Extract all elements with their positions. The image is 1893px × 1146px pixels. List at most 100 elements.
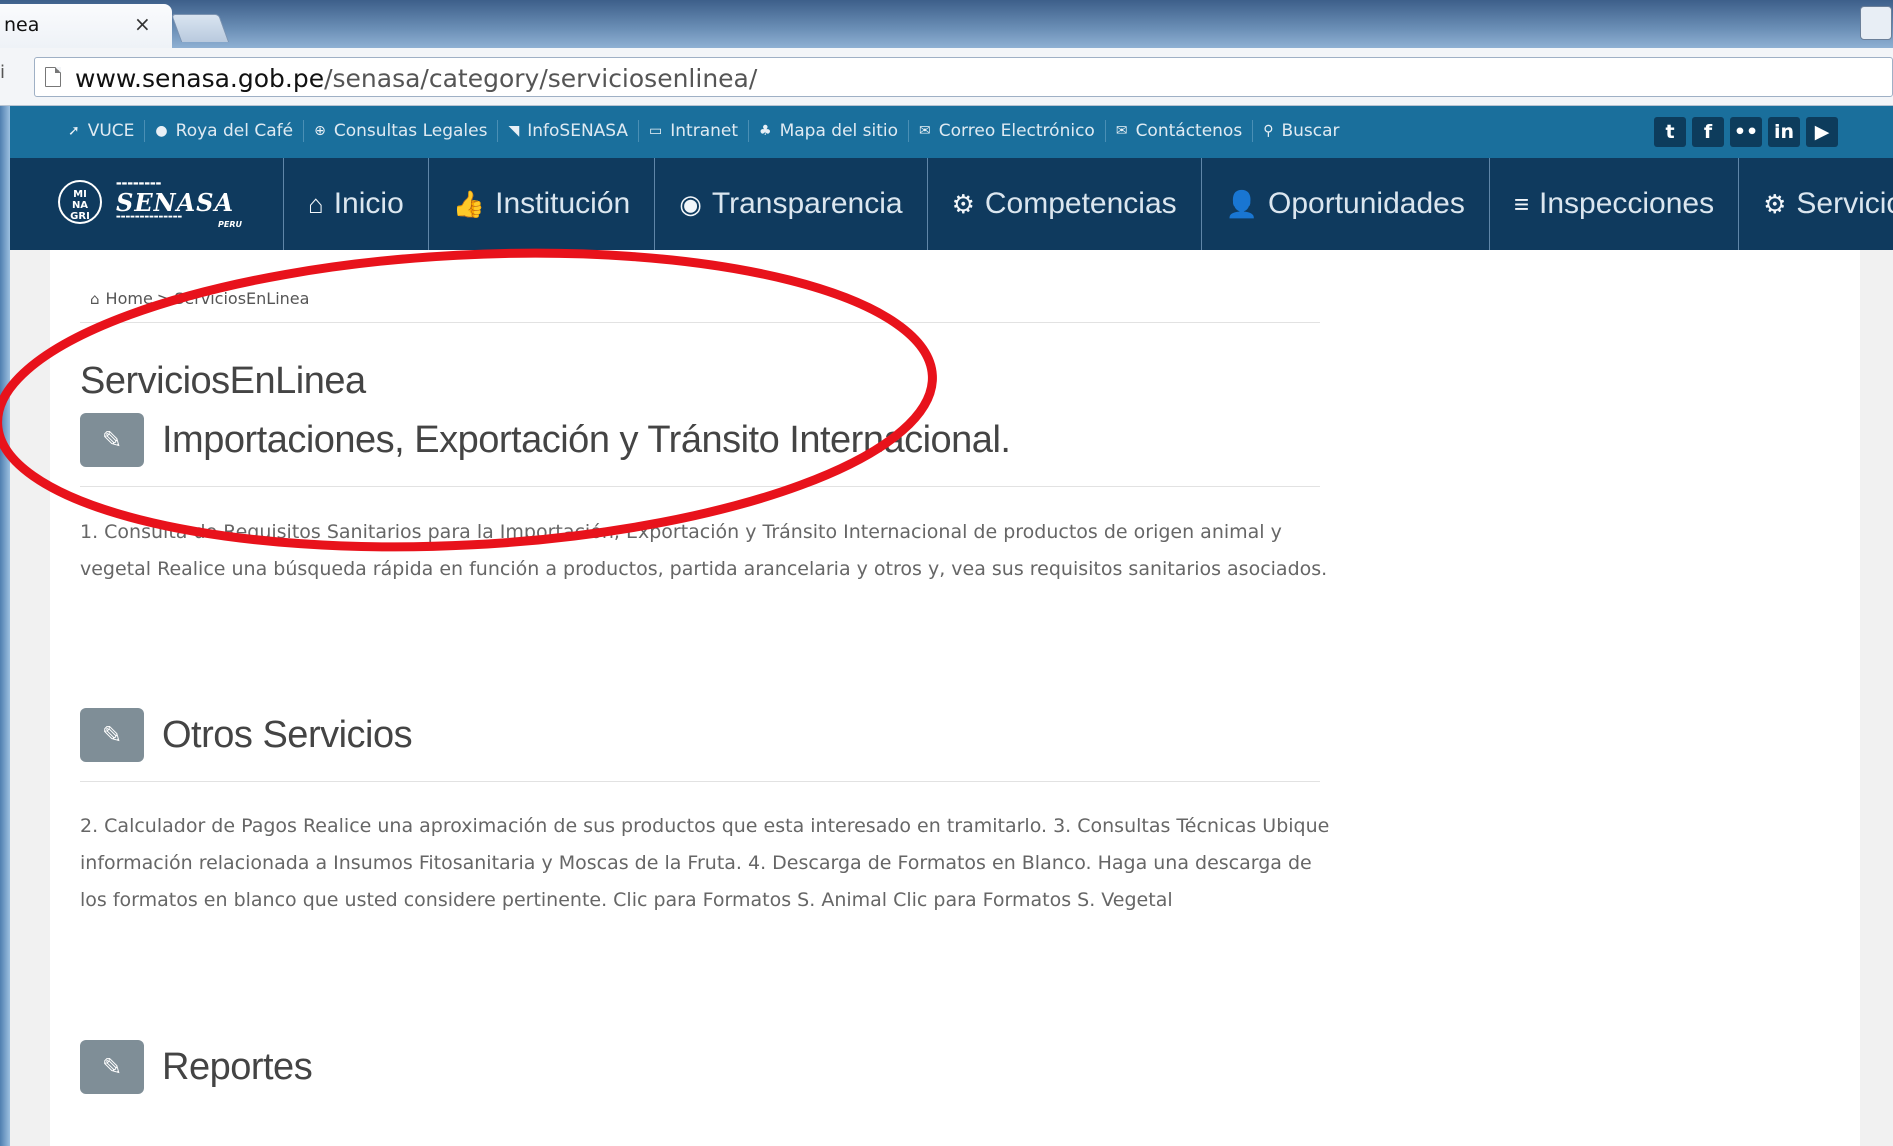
utility-link[interactable]: ♣ Mapa del sitio xyxy=(749,120,910,142)
utility-links: ➚ VUCE ● Roya del Café ⊕ Consultas Legales ◥ In… xyxy=(58,120,1350,142)
nav-item-label: Competencias xyxy=(984,187,1177,220)
divider xyxy=(80,322,1320,323)
utility-link-label: Buscar xyxy=(1281,121,1340,141)
user-plus-icon: 👤 xyxy=(1225,188,1259,219)
nav-item-label: Institución xyxy=(495,187,631,220)
utility-link-label: Consultas Legales xyxy=(333,121,488,141)
toolbar-edge: i xyxy=(0,62,6,83)
browser-tab[interactable]: nea × xyxy=(0,4,172,48)
url-host: www.senasa.gob.pe xyxy=(75,64,325,93)
youtube-icon[interactable]: ▶ xyxy=(1806,117,1838,147)
utility-link-label: InfoSENASA xyxy=(527,121,629,141)
url-path: /senasa/category/serviciosenlinea/ xyxy=(324,64,758,93)
address-bar[interactable]: www.senasa.gob.pe/senasa/category/servic… xyxy=(34,57,1893,97)
section-header: ✎ Importaciones, Exportación y Tránsito … xyxy=(80,413,1011,467)
browser-tabstrip: nea × xyxy=(0,0,1893,48)
utility-link-label: Roya del Café xyxy=(175,121,294,141)
menu-icon: ≡ xyxy=(1513,188,1529,219)
sitemap-icon: ♣ xyxy=(759,123,772,139)
facebook-icon[interactable]: f xyxy=(1692,117,1724,147)
pencil-icon: ✎ xyxy=(80,1040,144,1094)
section-header: ✎ Reportes xyxy=(80,1040,313,1094)
paper-plane-icon: ➚ xyxy=(68,123,80,139)
nav-item-oportunidades[interactable]: 👤 Oportunidades xyxy=(1200,158,1489,250)
utility-link[interactable]: ◥ InfoSENASA xyxy=(498,120,640,142)
nav-item-label: Transparencia xyxy=(711,187,903,220)
divider xyxy=(80,781,1320,782)
pencil-icon: ✎ xyxy=(80,413,144,467)
section-title[interactable]: Reportes xyxy=(162,1046,313,1089)
credit-card-icon: ▭ xyxy=(649,123,663,139)
window-edge xyxy=(0,106,10,1146)
tab-close-icon[interactable]: × xyxy=(134,12,151,36)
page-icon xyxy=(45,67,61,87)
breadcrumb-current: ServiciosEnLinea xyxy=(174,289,310,308)
utility-link[interactable]: ✉ Contáctenos xyxy=(1106,120,1254,142)
pencil-icon: ✎ xyxy=(80,708,144,762)
utility-link[interactable]: ▭ Intranet xyxy=(639,120,750,142)
nav-item-servicios[interactable]: ⚙ Servicios xyxy=(1738,158,1893,250)
browser-toolbar: i www.senasa.gob.pe/senasa/category/serv… xyxy=(0,48,1893,106)
web-page: ➚ VUCE ● Roya del Café ⊕ Consultas Legales ◥ In… xyxy=(10,106,1893,1146)
section-header: ✎ Otros Servicios xyxy=(80,708,413,762)
logo-name: SENASA xyxy=(116,188,235,217)
senasa-logo[interactable]: MI NA GRI ▬▬▬▬▬▬▬▬ SENASA ▬▬▬▬▬▬▬▬▬▬▬▬▬▬ P… xyxy=(58,180,288,230)
tab-title: nea xyxy=(4,14,40,36)
new-tab-button[interactable] xyxy=(170,14,230,42)
utility-link-label: Correo Electrónico xyxy=(938,121,1095,141)
utility-link-label: VUCE xyxy=(87,121,135,141)
gears-icon: ⚙ xyxy=(1763,188,1787,219)
utility-link-label: Mapa del sitio xyxy=(779,121,899,141)
content-panel: ⌂ Home > ServiciosEnLinea ServiciosEnLin… xyxy=(50,250,1860,1146)
minagri-emblem: MI NA GRI xyxy=(58,180,102,224)
gear-icon: ⚙ xyxy=(951,188,975,219)
thumbs-up-icon: 👍 xyxy=(452,188,486,219)
section-body: 2. Calculador de Pagos Realice una aprox… xyxy=(80,815,1330,911)
utility-link[interactable]: ⊕ Consultas Legales xyxy=(304,120,499,142)
chat-icon: ✉ xyxy=(919,123,931,139)
nav-item-competencias[interactable]: ⚙ Competencias xyxy=(926,158,1201,250)
utility-link[interactable]: ● Roya del Café xyxy=(145,120,305,142)
home-icon: ⌂ xyxy=(308,188,324,219)
section-title[interactable]: Otros Servicios xyxy=(162,714,413,757)
nav-item-inicio[interactable]: ⌂ Inicio xyxy=(283,158,428,250)
nav-item-transparencia[interactable]: ◉ Transparencia xyxy=(654,158,926,250)
logo-tagline: ▬▬▬▬▬▬▬▬▬▬▬▬▬▬ xyxy=(116,214,183,220)
breadcrumb-home[interactable]: Home xyxy=(106,289,153,308)
nav-item-label: Inicio xyxy=(333,187,404,220)
utility-link[interactable]: ✉ Correo Electrónico xyxy=(909,120,1106,142)
section-body: 1. Consulta de Requisitos Sanitarios par… xyxy=(80,521,1328,580)
breadcrumb-separator: > xyxy=(156,289,171,308)
utility-link-label: Intranet xyxy=(670,121,739,141)
rss-icon: ◥ xyxy=(508,123,520,139)
url-text[interactable]: www.senasa.gob.pe/senasa/category/servic… xyxy=(75,64,757,93)
social-links: t f •• in ▶ xyxy=(1654,117,1838,147)
page-title: ServiciosEnLinea xyxy=(80,360,366,402)
envelope-icon: ✉ xyxy=(1115,123,1128,139)
utility-link-label: Contáctenos xyxy=(1135,121,1243,141)
nav-item-label: Oportunidades xyxy=(1268,187,1465,220)
nav-item-inspecciones[interactable]: ≡ Inspecciones xyxy=(1488,158,1738,250)
nav-item-label: Inspecciones xyxy=(1539,187,1715,220)
search-icon: ⚲ xyxy=(1263,123,1274,139)
utility-bar: ➚ VUCE ● Roya del Café ⊕ Consultas Legales ◥ In… xyxy=(10,106,1893,158)
logo-country: PERU xyxy=(218,220,242,229)
divider xyxy=(80,486,1320,487)
home-icon: ⌂ xyxy=(90,289,100,308)
eye-icon: ◉ xyxy=(679,188,702,219)
search-plus-icon: ⊕ xyxy=(314,123,326,139)
main-navigation: MI NA GRI ▬▬▬▬▬▬▬▬ SENASA ▬▬▬▬▬▬▬▬▬▬▬▬▬▬ P… xyxy=(10,158,1893,250)
section-title[interactable]: Importaciones, Exportación y Tránsito In… xyxy=(162,419,1011,462)
profile-icon[interactable] xyxy=(1860,6,1892,40)
nav-item-institucion[interactable]: 👍 Institución xyxy=(427,158,654,250)
utility-link[interactable]: ➚ VUCE xyxy=(58,120,146,142)
flickr-icon[interactable]: •• xyxy=(1730,117,1762,147)
nav-item-label: Servicios xyxy=(1796,187,1893,220)
breadcrumb: ⌂ Home > ServiciosEnLinea xyxy=(90,289,309,308)
linkedin-icon[interactable]: in xyxy=(1768,117,1800,147)
utility-link[interactable]: ⚲ Buscar xyxy=(1253,120,1349,142)
twitter-icon[interactable]: t xyxy=(1654,117,1686,147)
nav-menu: ⌂ Inicio 👍 Institución ◉ Transparencia ⚙ Compet… xyxy=(283,158,1893,250)
logo-ministry-text: ▬▬▬▬▬▬▬▬ xyxy=(116,180,162,187)
globe-icon: ● xyxy=(155,123,168,139)
